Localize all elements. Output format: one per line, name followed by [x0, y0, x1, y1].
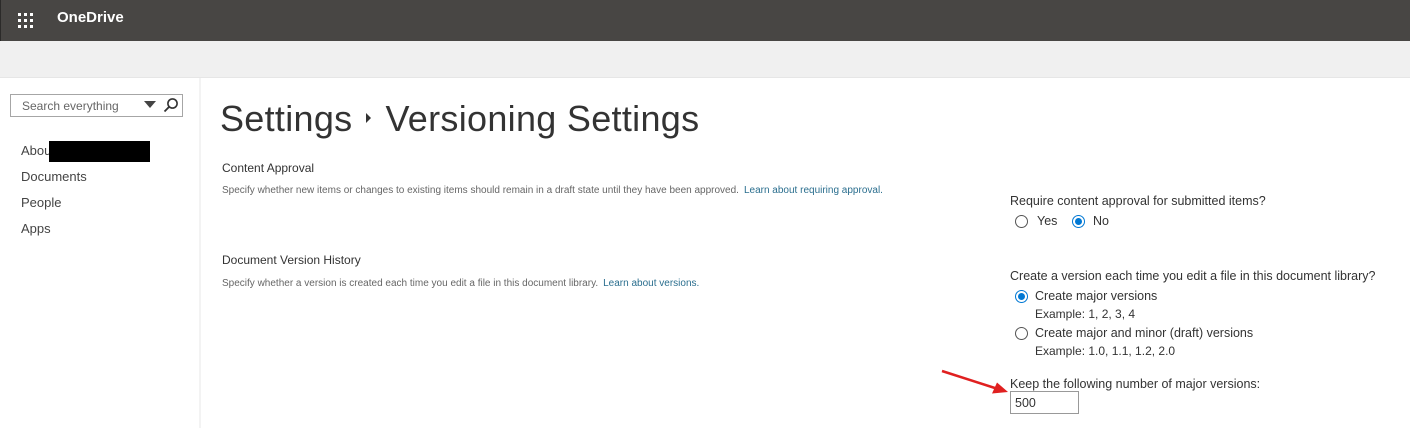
major-versions-example: Example: 1, 2, 3, 4 — [1035, 307, 1136, 321]
nav-item-label: People — [21, 195, 62, 210]
approval-question: Require content approval for submitted i… — [1010, 194, 1266, 208]
page-title-text: Versioning Settings — [385, 98, 700, 139]
app-launcher-button[interactable] — [0, 0, 50, 41]
left-navigation: About Documents People Apps — [0, 78, 201, 428]
content-approval-description: Specify whether new items or changes to … — [222, 185, 883, 196]
search-icon — [163, 98, 178, 113]
nav-item-documents[interactable]: Documents — [21, 168, 87, 194]
nav-item-label: Documents — [21, 169, 87, 184]
search-button[interactable] — [161, 96, 181, 115]
annotation-arrow-icon — [941, 369, 1008, 394]
ribbon-strip — [0, 41, 1410, 78]
radio-label: Create major versions — [1035, 289, 1158, 303]
nav-item-apps[interactable]: Apps — [21, 220, 87, 246]
major-versions-count-input[interactable] — [1010, 391, 1079, 414]
suite-bar: OneDrive — [0, 0, 1410, 41]
redacted-block — [49, 141, 150, 162]
search-input[interactable] — [11, 95, 139, 116]
search-box — [10, 94, 183, 117]
major-minor-versions-example: Example: 1.0, 1.1, 1.2, 2.0 — [1035, 344, 1176, 358]
approval-no-option[interactable]: No — [1072, 214, 1109, 228]
content-approval-title: Content Approval — [222, 161, 315, 175]
content-approval-description-text: Specify whether new items or changes to … — [222, 185, 739, 196]
learn-approval-link[interactable]: Learn about requiring approval. — [744, 185, 883, 196]
approval-yes-option[interactable]: Yes — [1015, 214, 1057, 228]
approval-yes-radio[interactable] — [1015, 214, 1028, 228]
breadcrumb-settings-link[interactable]: Settings — [220, 98, 352, 139]
radio-label: Yes — [1037, 214, 1058, 228]
major-minor-versions-radio[interactable] — [1015, 326, 1028, 340]
major-versions-option[interactable]: Create major versions — [1015, 289, 1157, 303]
learn-versions-link[interactable]: Learn about versions. — [603, 278, 699, 289]
app-launcher-icon — [17, 13, 33, 28]
radio-label: Create major and minor (draft) versions — [1035, 326, 1254, 340]
radio-label: No — [1093, 214, 1109, 228]
chevron-down-icon[interactable] — [144, 101, 156, 108]
brand-link[interactable]: OneDrive — [57, 0, 124, 35]
nav-list: About Documents People Apps — [21, 141, 150, 246]
version-history-description-text: Specify whether a version is created eac… — [222, 278, 599, 289]
major-versions-radio[interactable] — [1015, 289, 1028, 303]
breadcrumb-separator-icon — [366, 113, 372, 124]
nav-item-about[interactable]: About — [21, 141, 150, 168]
major-minor-versions-option[interactable]: Create major and minor (draft) versions — [1015, 326, 1253, 340]
version-question: Create a version each time you edit a fi… — [1010, 269, 1376, 283]
version-history-title: Document Version History — [222, 253, 361, 267]
page-title: Settings Versioning Settings — [220, 98, 699, 140]
keep-versions-label: Keep the following number of major versi… — [1010, 377, 1261, 391]
version-history-description: Specify whether a version is created eac… — [222, 278, 699, 289]
nav-item-people[interactable]: People — [21, 194, 87, 220]
approval-no-radio[interactable] — [1072, 214, 1085, 228]
nav-item-label: Apps — [21, 221, 51, 236]
